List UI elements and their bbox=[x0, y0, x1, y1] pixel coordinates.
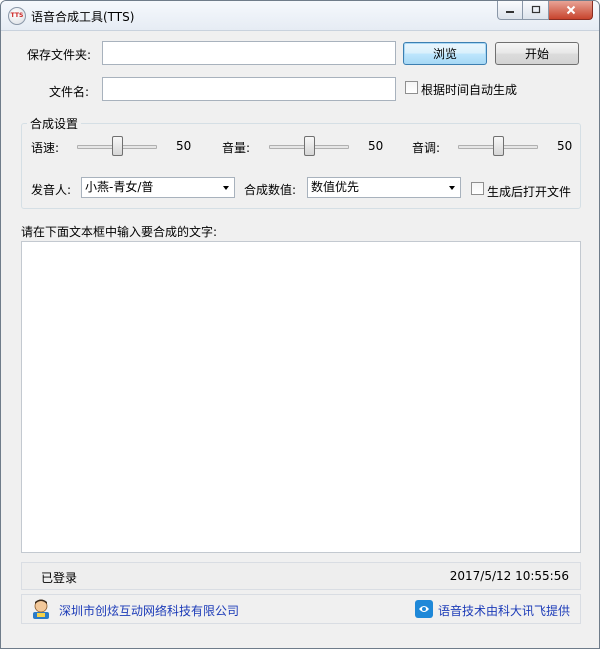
input-prompt-label: 请在下面文本框中输入要合成的文字: bbox=[21, 225, 218, 239]
open-after-label[interactable]: 生成后打开文件 bbox=[487, 183, 571, 200]
tts-text-input[interactable] bbox=[21, 241, 581, 553]
speaker-label: 发音人: bbox=[31, 183, 72, 197]
start-button[interactable]: 开始 bbox=[495, 42, 579, 65]
browse-button[interactable]: 浏览 bbox=[403, 42, 487, 65]
minimize-button[interactable] bbox=[497, 1, 523, 20]
filename-label: 文件名: bbox=[49, 85, 90, 99]
pitch-slider-thumb[interactable] bbox=[493, 136, 504, 156]
minimize-icon bbox=[506, 11, 514, 13]
login-status: 已登录 bbox=[41, 571, 78, 585]
save-folder-input[interactable] bbox=[102, 41, 396, 65]
maximize-button[interactable] bbox=[523, 1, 549, 20]
number-mode-label: 合成数值: bbox=[244, 183, 297, 197]
speed-label: 语速: bbox=[31, 141, 60, 155]
filename-input[interactable] bbox=[102, 77, 396, 101]
volume-label: 音量: bbox=[222, 141, 251, 155]
footer-bar: 深圳市创炫互动网络科技有限公司 语音技术由科大讯飞提供 bbox=[21, 594, 581, 624]
window-title: 语音合成工具(TTS) bbox=[31, 10, 135, 24]
speed-slider-thumb[interactable] bbox=[112, 136, 123, 156]
speaker-select-value: 小燕-青女/普 bbox=[85, 180, 154, 194]
auto-name-label[interactable]: 根据时间自动生成 bbox=[421, 81, 517, 98]
iflytek-icon bbox=[415, 600, 433, 618]
chevron-down-icon bbox=[223, 186, 229, 190]
synthesis-settings-title: 合成设置 bbox=[27, 115, 82, 132]
pitch-value: 50 bbox=[557, 139, 573, 153]
status-bar: 已登录 2017/5/12 10:55:56 bbox=[21, 562, 581, 590]
volume-slider-thumb[interactable] bbox=[304, 136, 315, 156]
volume-value: 50 bbox=[368, 139, 384, 153]
auto-name-checkbox[interactable] bbox=[405, 81, 418, 94]
person-icon bbox=[33, 599, 49, 619]
save-folder-label: 保存文件夹: bbox=[27, 48, 92, 62]
maximize-icon bbox=[531, 5, 540, 14]
title-bar[interactable]: TTS 语音合成工具(TTS) bbox=[1, 1, 599, 31]
company-link[interactable]: 深圳市创炫互动网络科技有限公司 bbox=[59, 602, 239, 619]
chevron-down-icon bbox=[449, 186, 455, 190]
number-mode-select[interactable]: 数值优先 bbox=[307, 177, 461, 198]
close-button[interactable] bbox=[549, 1, 593, 20]
number-mode-select-value: 数值优先 bbox=[311, 180, 360, 194]
datetime-display: 2017/5/12 10:55:56 bbox=[449, 569, 569, 583]
app-window: TTS 语音合成工具(TTS) 保存文件夹: 浏览 开始 文件名: 根据时间自动… bbox=[0, 0, 600, 649]
provider-link[interactable]: 语音技术由科大讯飞提供 bbox=[438, 602, 570, 619]
speaker-select[interactable]: 小燕-青女/普 bbox=[81, 177, 235, 198]
pitch-label: 音调: bbox=[412, 141, 441, 155]
window-controls bbox=[497, 1, 593, 21]
app-icon: TTS bbox=[8, 7, 26, 25]
speed-value: 50 bbox=[176, 139, 192, 153]
close-icon bbox=[566, 5, 575, 15]
open-after-checkbox[interactable] bbox=[471, 182, 484, 195]
